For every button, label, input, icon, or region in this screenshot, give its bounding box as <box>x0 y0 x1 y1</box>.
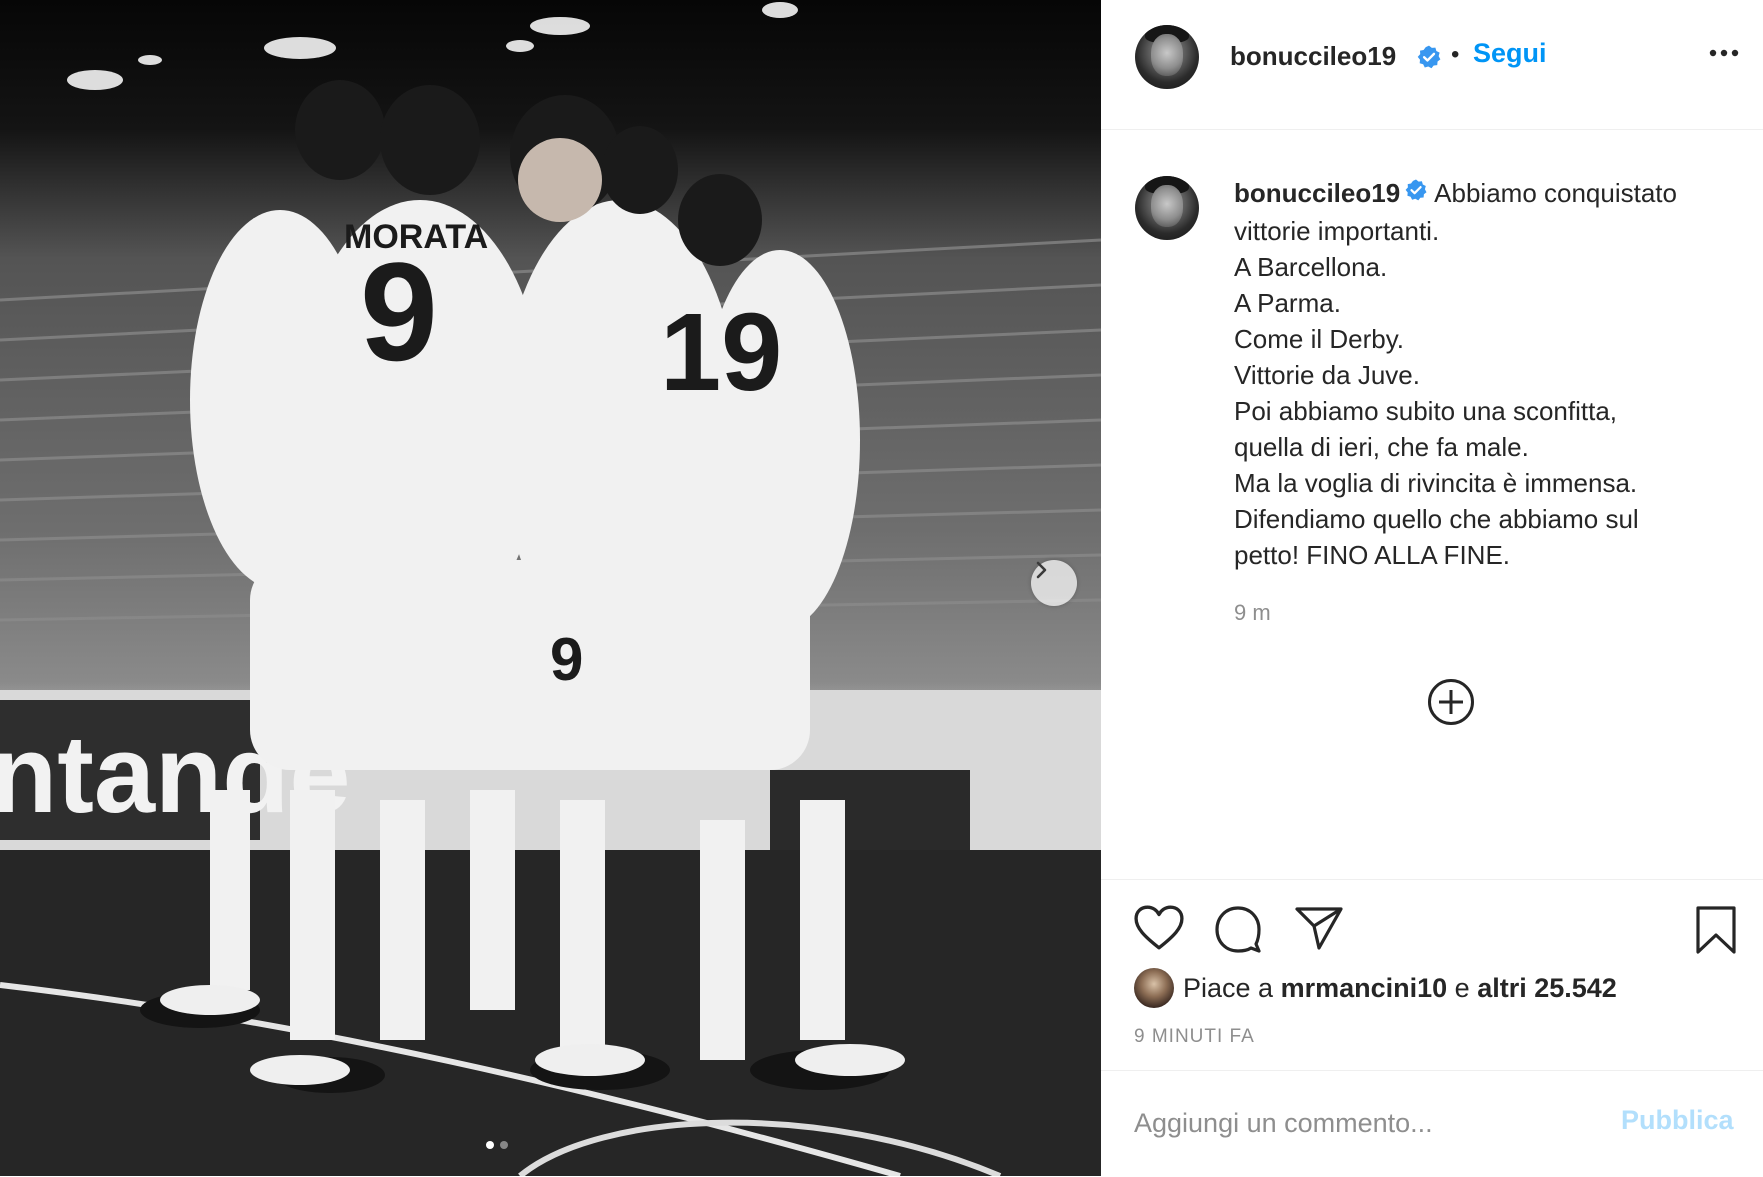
svg-text:9: 9 <box>550 626 583 693</box>
chevron-right-icon <box>1036 561 1047 579</box>
svg-text:MORATA: MORATA <box>344 218 488 256</box>
caption-line: Poi abbiamo subito una sconfitta, <box>1234 396 1618 427</box>
avatar[interactable] <box>1135 25 1199 89</box>
post-photo[interactable]: ntande 9 MORATA 19 9 <box>0 0 1101 1176</box>
liker-avatar[interactable] <box>1134 968 1174 1008</box>
svg-text:9: 9 <box>360 233 438 390</box>
separator-dot: • <box>1451 41 1460 68</box>
liker-username-link[interactable]: mrmancini10 <box>1281 973 1448 1003</box>
bookmark-icon <box>1696 906 1736 954</box>
comment-input[interactable] <box>1134 1103 1604 1143</box>
verified-badge-icon <box>1404 175 1428 211</box>
caption-line: A Barcellona. <box>1234 252 1388 283</box>
post-actions: Piace a mrmancini10 e altri 25.542 9 MIN… <box>1101 879 1763 1070</box>
caption-line: Vittorie da Juve. <box>1234 360 1420 391</box>
likes-count-link[interactable]: altri 25.542 <box>1477 973 1617 1003</box>
send-paper-plane-icon <box>1295 907 1343 950</box>
carousel-next-button[interactable] <box>1031 560 1077 606</box>
caption-line: petto! FINO ALLA FINE. <box>1234 540 1511 571</box>
plus-circle-icon <box>1428 679 1474 725</box>
publish-button[interactable]: Pubblica <box>1621 1105 1734 1136</box>
username-link[interactable]: bonuccileo19 <box>1230 41 1396 72</box>
heart-icon <box>1134 905 1184 950</box>
caption-username-link[interactable]: bonuccileo19 <box>1234 178 1400 208</box>
caption-line: quella di ieri, che fa male. <box>1234 432 1529 463</box>
caption-time-ago[interactable]: 9 m <box>1234 600 1271 626</box>
like-button[interactable] <box>1134 905 1184 956</box>
verified-badge-icon <box>1416 44 1442 75</box>
post-side-panel: bonuccileo19 • Segui bonuccileo19 Abbiamo… <box>1101 0 1763 1176</box>
caption-line: Difendiamo quello che abbiamo sul <box>1234 504 1639 535</box>
save-button[interactable] <box>1695 905 1737 960</box>
team-celebration-photo: ntande 9 MORATA 19 9 <box>0 2 1101 1176</box>
caption-line: Ma la voglia di rivincita è immensa. <box>1234 468 1638 499</box>
caption-line: Come il Derby. <box>1234 324 1405 355</box>
carousel-dot <box>500 1141 508 1149</box>
post-timestamp[interactable]: 9 MINUTI FA <box>1134 1026 1255 1048</box>
comment-bubble-icon <box>1215 906 1261 953</box>
post-caption: bonuccileo19 Abbiamo conquistato vittorie… <box>1101 130 1763 878</box>
carousel-indicator <box>486 1141 508 1149</box>
likes-summary: Piace a mrmancini10 e altri 25.542 <box>1183 973 1617 1003</box>
more-options-icon[interactable] <box>1709 45 1739 63</box>
caption-text: bonuccileo19 Abbiamo conquistato vittorie… <box>1234 175 1744 573</box>
caption-line: A Parma. <box>1234 288 1341 319</box>
svg-text:19: 19 <box>660 291 782 414</box>
comment-button[interactable] <box>1214 905 1262 958</box>
carousel-dot-active <box>486 1141 494 1149</box>
comment-bar: Pubblica <box>1101 1070 1763 1177</box>
follow-button[interactable]: Segui <box>1473 38 1547 69</box>
share-button[interactable] <box>1294 905 1344 956</box>
caption-avatar[interactable] <box>1135 176 1199 240</box>
caption-line: bonuccileo19 Abbiamo conquistato <box>1234 175 1744 213</box>
load-more-comments-button[interactable] <box>1427 678 1475 731</box>
caption-line: vittorie importanti. <box>1234 216 1440 247</box>
post-header: bonuccileo19 • Segui <box>1101 0 1763 130</box>
